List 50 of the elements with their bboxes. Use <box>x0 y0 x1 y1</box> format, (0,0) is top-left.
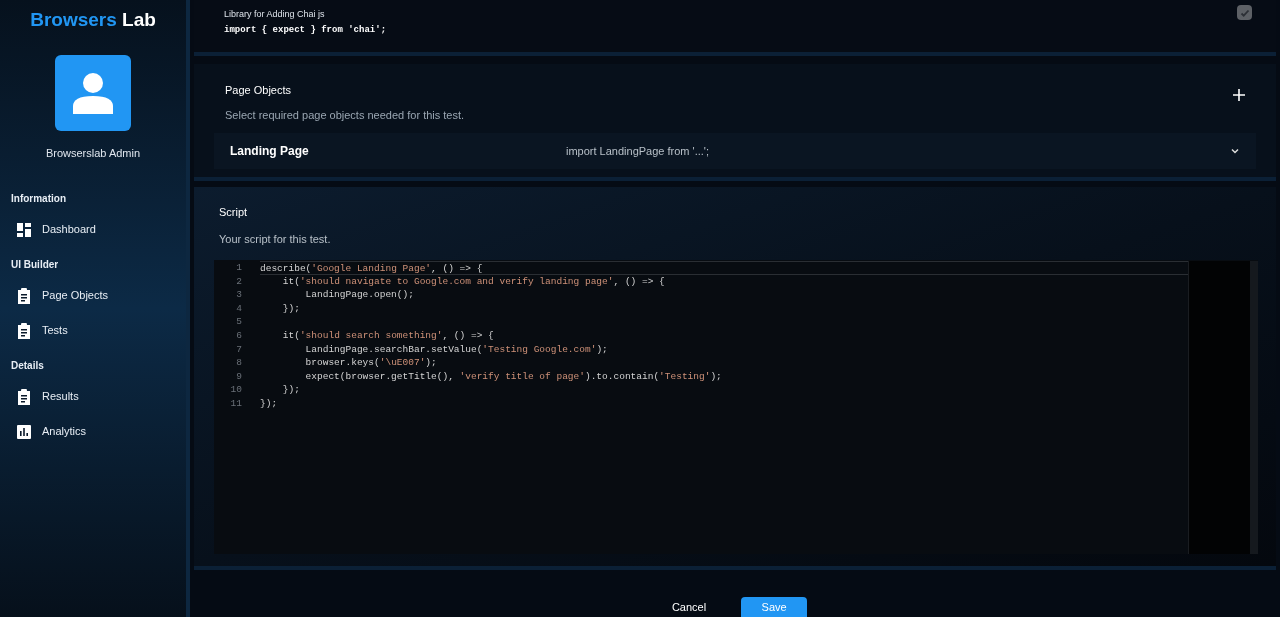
card-subtitle: Your script for this test. <box>219 231 332 247</box>
clipboard-icon <box>17 287 31 304</box>
code-line: LandingPage.searchBar.setValue('Testing Google.com'); <box>304 343 608 355</box>
page-object-row[interactable]: Landing Page import LandingPage from '...'; <box>214 133 1256 169</box>
section-heading: Information <box>10 192 67 206</box>
card-subtitle: Select required page objects needed for this test. <box>225 107 465 123</box>
add-icon[interactable] <box>1232 88 1246 102</box>
import-statement: import LandingPage from '...'; <box>566 143 710 159</box>
code-line: it('should search something', () => { <box>281 329 494 341</box>
import-code: import { expect } from 'chai'; <box>224 23 387 37</box>
line-number: 10 <box>229 383 242 397</box>
code-line: describe('Google Landing Page', () => { <box>260 263 483 274</box>
nav-item[interactable]: Tests <box>0 313 186 348</box>
nav-item[interactable]: Results <box>0 379 186 414</box>
line-number: 7 <box>235 342 242 357</box>
cancel-button[interactable]: Cancel <box>668 597 710 617</box>
chevron-icon[interactable] <box>1230 146 1240 156</box>
check-icon <box>1239 7 1250 18</box>
code-line: LandingPage.open(); <box>304 289 414 301</box>
line-number: 9 <box>235 369 242 384</box>
card-title: Script <box>219 205 249 220</box>
nav-item[interactable]: Analytics <box>0 414 186 449</box>
code-line: browser.keys('\uE007'); <box>304 357 437 369</box>
line-number: 8 <box>235 356 242 370</box>
code-line: it('should navigate to Google.com and verify landing page', () => { <box>281 275 665 287</box>
user-name: Browserslab Admin <box>45 145 141 161</box>
line-number: 3 <box>235 288 242 302</box>
section-heading: UI Builder <box>10 258 60 272</box>
clipboard-icon <box>17 322 31 339</box>
dashboard-icon <box>17 222 31 237</box>
line-number: 2 <box>235 274 242 289</box>
code-line: expect(browser.getTitle(), 'verify title of page').to.contain('Testing'); <box>304 370 722 382</box>
nav-item[interactable]: Page Objects <box>0 278 186 313</box>
section-heading: Details <box>10 359 45 373</box>
line-number: 4 <box>235 301 242 316</box>
code-line: }); <box>281 302 300 314</box>
library-description: Library for Adding Chai js <box>224 8 326 21</box>
clipboard-icon <box>17 388 31 405</box>
line-number: 5 <box>235 315 242 329</box>
brand-logo: Browsers Lab <box>30 8 156 32</box>
line-number: 1 <box>235 261 242 275</box>
line-number: 11 <box>229 396 242 411</box>
line-number: 6 <box>235 328 242 343</box>
nav-item[interactable]: Dashboard <box>0 212 186 247</box>
avatar-icon <box>55 54 131 131</box>
card-title: Page Objects <box>225 83 293 98</box>
page-object-name: Landing Page <box>230 143 310 160</box>
code-line: }); <box>281 384 300 396</box>
bar-chart-icon <box>17 424 31 439</box>
code-line: }); <box>260 397 278 409</box>
